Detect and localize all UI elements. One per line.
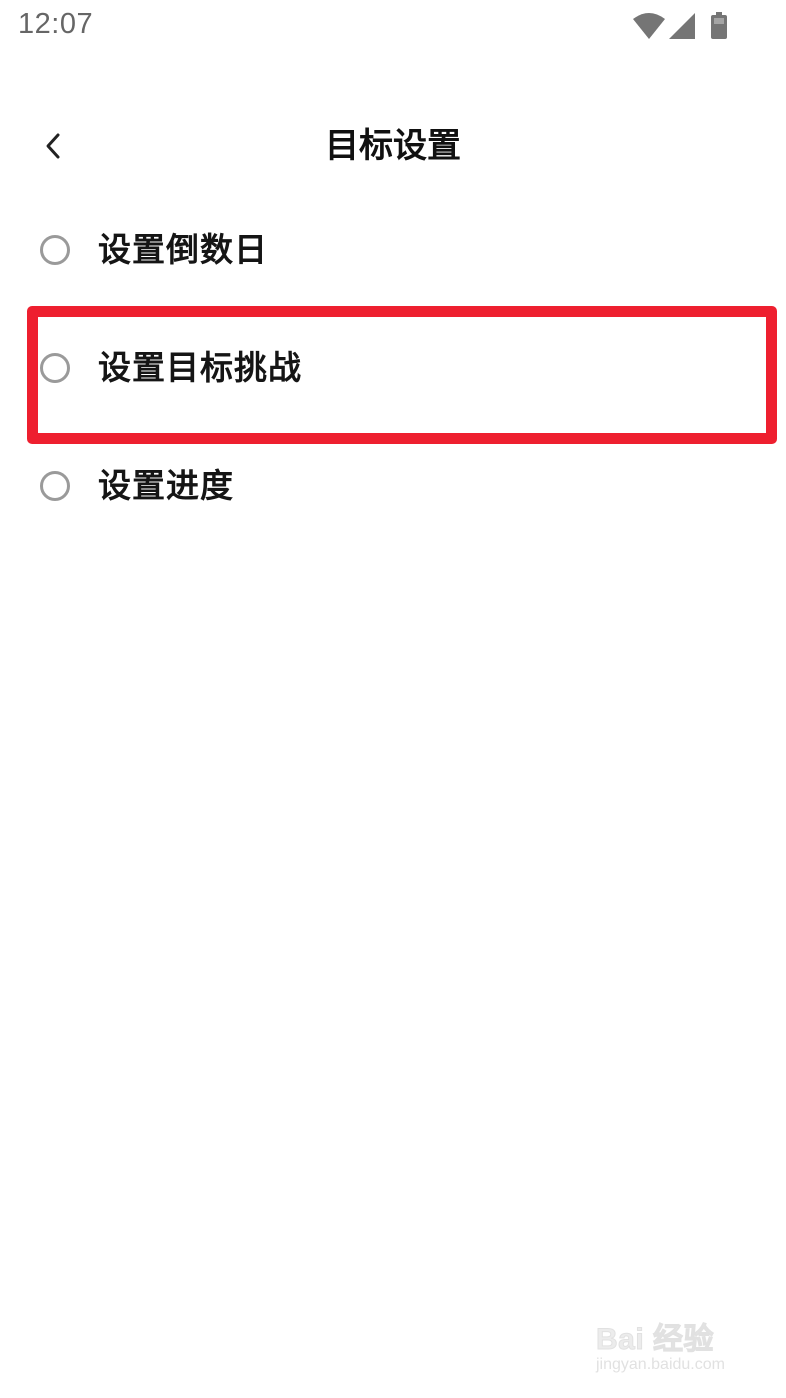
watermark: Bai 经验 jingyan.baidu.com [595,1314,746,1380]
header: 目标设置 [0,110,786,182]
signal-icon [669,13,695,39]
battery-icon [711,12,727,39]
option-progress[interactable]: 设置进度 [0,436,786,540]
watermark-url: jingyan.baidu.com [596,1356,725,1373]
watermark-brand: Bai 经验 [595,1323,715,1357]
status-icons [632,12,728,40]
option-countdown[interactable]: 设置倒数日 [0,200,786,304]
option-label: 设置目标挑战 [98,348,302,387]
wifi-icon [633,13,665,39]
option-goal-challenge[interactable]: 设置目标挑战 [0,318,786,422]
radio-button[interactable] [40,353,70,383]
radio-button[interactable] [40,471,70,501]
option-label: 设置倒数日 [98,230,268,269]
option-label: 设置进度 [98,466,234,505]
status-bar: 12:07 [0,0,786,56]
page-title: 目标设置 [325,126,461,166]
radio-button[interactable] [40,235,70,265]
status-time: 12:07 [18,8,94,40]
